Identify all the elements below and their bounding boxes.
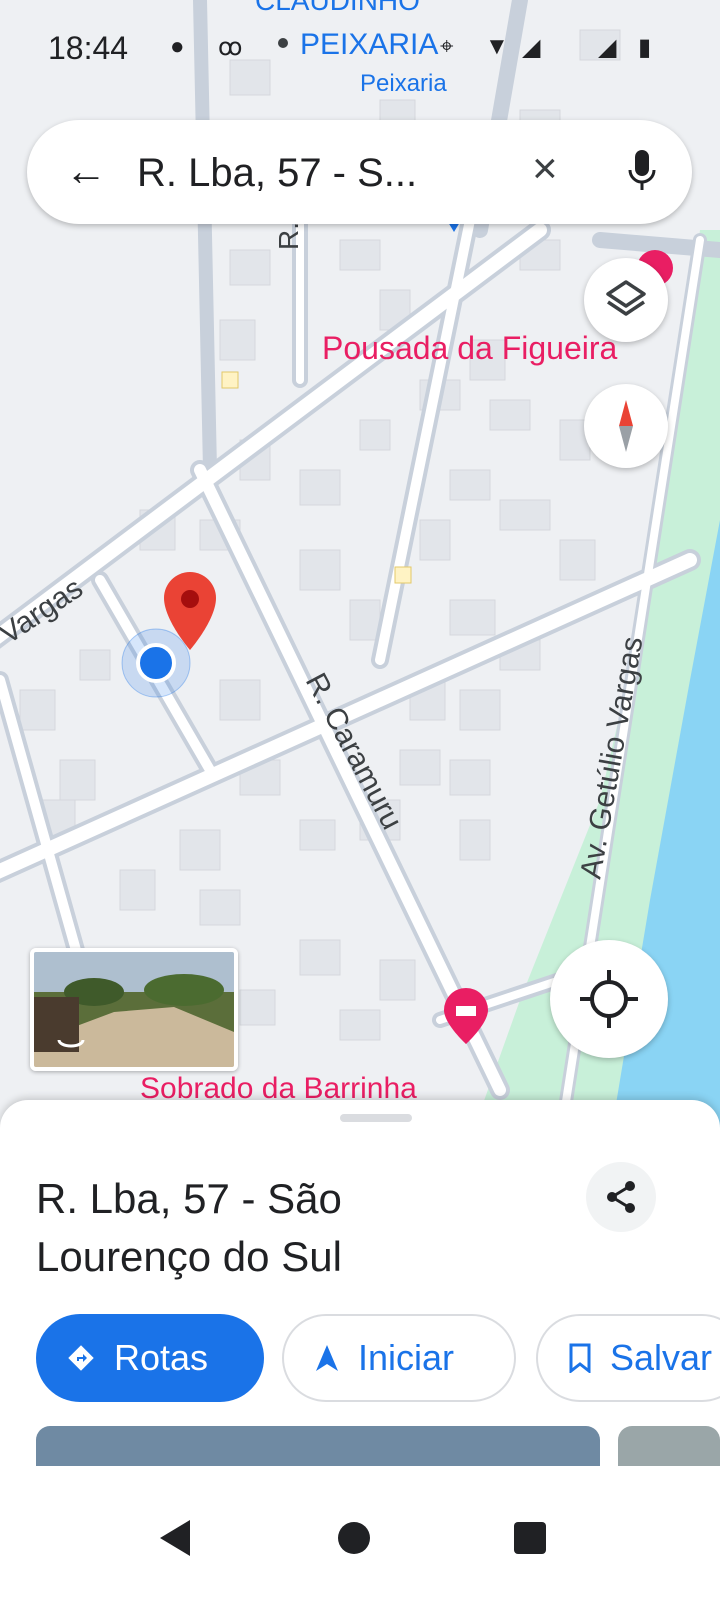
poi-label-pousada[interactable]: Pousada da Figueira	[322, 330, 617, 367]
directions-button[interactable]: Rotas	[36, 1314, 264, 1402]
close-icon[interactable]: ×	[532, 144, 558, 194]
bookmark-icon	[568, 1343, 592, 1373]
place-photo[interactable]	[618, 1426, 720, 1466]
place-photo[interactable]	[36, 1426, 600, 1466]
home-icon[interactable]	[336, 1520, 372, 1556]
layers-button[interactable]	[584, 258, 668, 342]
start-button[interactable]: Iniciar	[282, 1314, 516, 1402]
drag-handle[interactable]	[340, 1114, 412, 1122]
system-nav-bar	[0, 1480, 720, 1600]
street-view-image	[34, 952, 234, 1067]
start-label: Iniciar	[358, 1337, 455, 1378]
status-time: 18:44	[48, 30, 129, 66]
place-address: R. Lba, 57 - São Lourenço do Sul	[36, 1170, 556, 1286]
street-label-r-top: R.	[273, 222, 304, 250]
place-bottom-sheet[interactable]: R. Lba, 57 - São Lourenço do Sul Rotas I…	[0, 1100, 720, 1480]
mic-icon[interactable]	[627, 146, 657, 196]
search-bar[interactable]: ← R. Lba, 57 - S... ×	[27, 120, 692, 224]
my-location-button[interactable]	[550, 940, 668, 1058]
current-location-dot	[121, 628, 191, 698]
back-arrow-icon[interactable]: ←	[65, 146, 107, 196]
signal-icon: ◢	[598, 34, 617, 61]
signal-icon: ◢	[522, 34, 541, 61]
address-line-1: R. Lba, 57 - São	[36, 1175, 342, 1222]
poi-square	[221, 371, 239, 389]
recents-icon[interactable]	[512, 1520, 548, 1556]
voicemail-icon: ꝏ	[218, 34, 243, 61]
save-label: Salvar	[610, 1337, 713, 1378]
location-icon: ⌖	[440, 33, 454, 60]
compass-button[interactable]	[584, 384, 668, 468]
directions-label: Rotas	[114, 1337, 209, 1378]
share-button[interactable]	[586, 1162, 656, 1232]
compass-icon	[619, 400, 633, 452]
messenger-icon: ●	[170, 33, 185, 60]
navigation-arrow-icon	[314, 1343, 340, 1373]
wifi-icon: ▼	[485, 33, 509, 60]
share-icon	[607, 1181, 635, 1213]
save-button[interactable]: Salvar	[536, 1314, 720, 1402]
directions-icon	[66, 1343, 96, 1373]
notification-dot-icon	[278, 38, 288, 48]
street-view-thumbnail[interactable]	[30, 948, 238, 1071]
status-bar: 18:44 ● ꝏ ⌖ ▼ ◢ ◢ ▮	[0, 0, 720, 100]
back-icon[interactable]	[156, 1518, 194, 1558]
poi-square	[394, 566, 412, 584]
search-query[interactable]: R. Lba, 57 - S...	[137, 148, 477, 198]
layers-icon	[606, 280, 646, 316]
address-line-2: Lourenço do Sul	[36, 1233, 342, 1280]
battery-icon: ▮	[638, 34, 652, 61]
my-location-icon	[580, 970, 638, 1028]
bed-icon	[456, 1006, 476, 1016]
